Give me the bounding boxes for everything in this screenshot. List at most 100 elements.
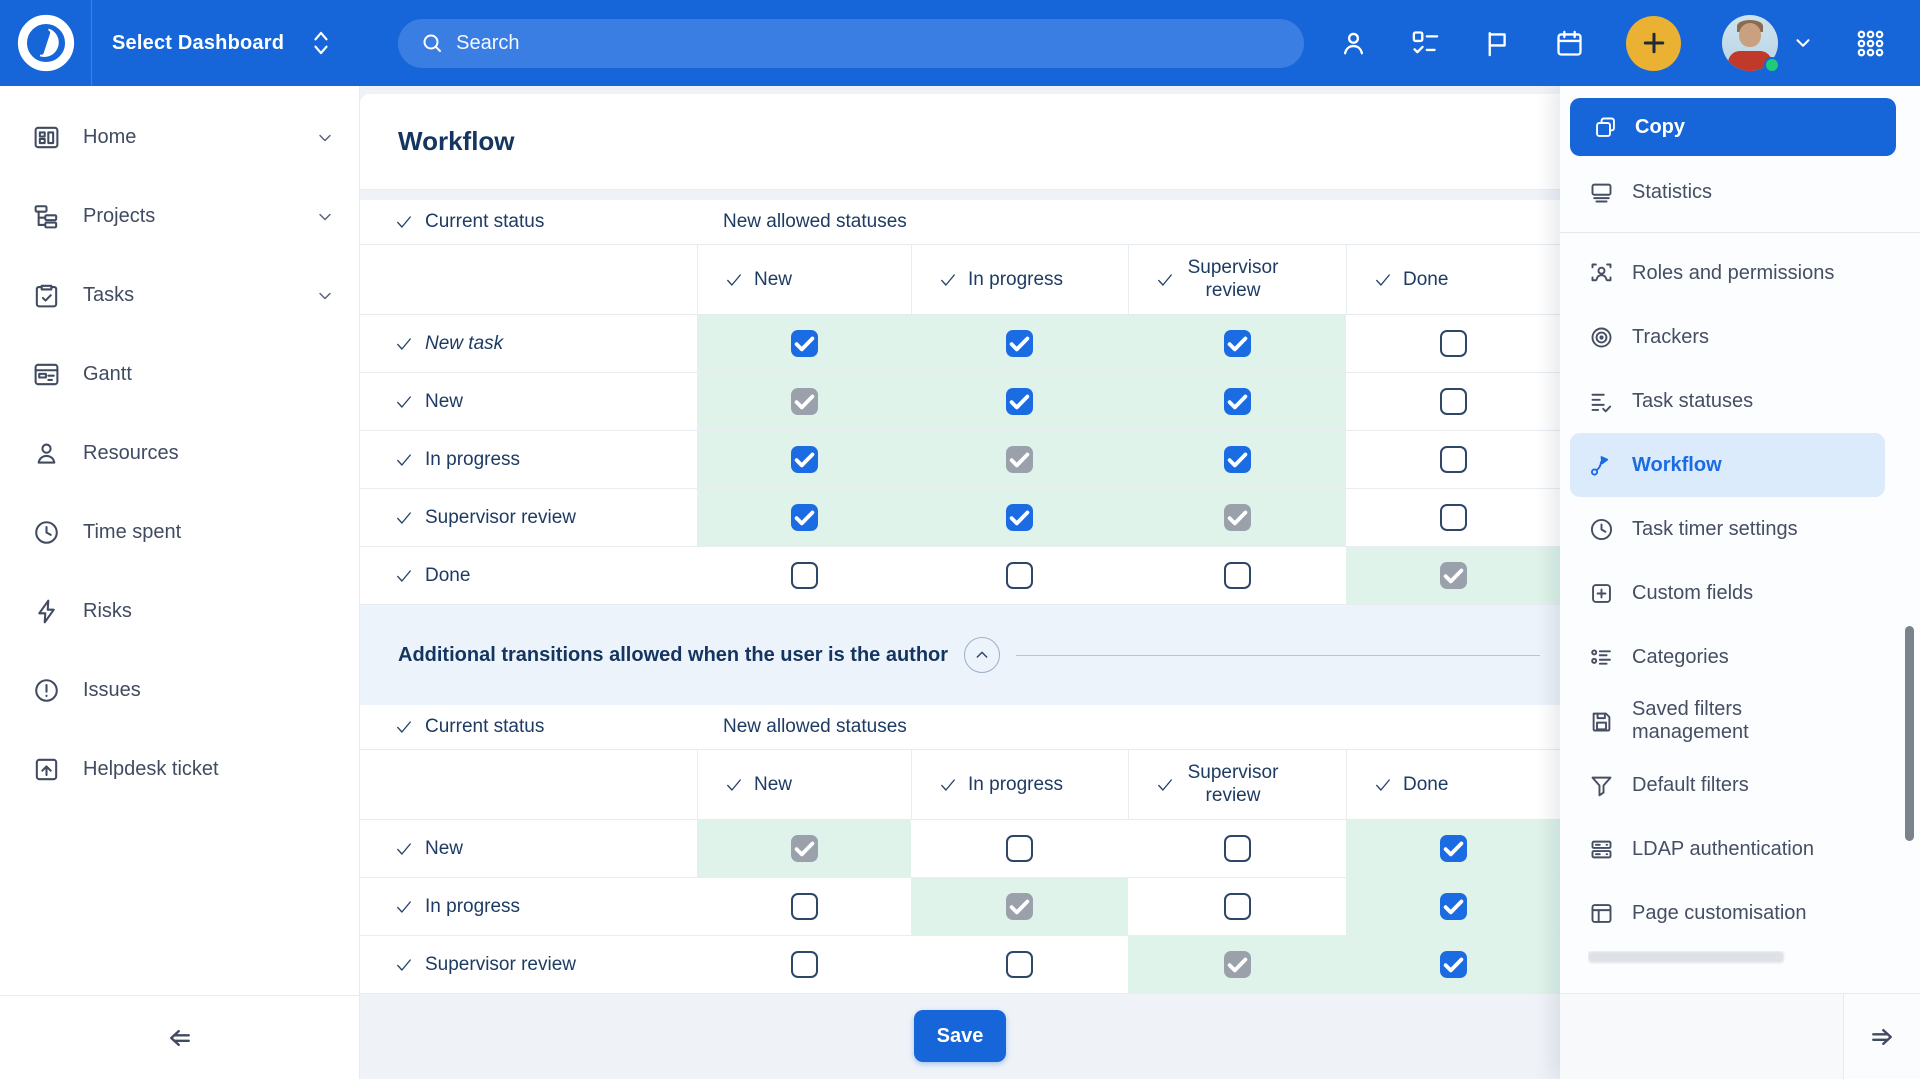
flag-icon[interactable] [1482,28,1513,59]
transition-cell [1346,820,1560,877]
copy-button[interactable]: Copy [1570,98,1896,156]
chevron-up-icon [974,647,990,663]
checkbox-new-to-in-progress[interactable] [1006,835,1033,862]
panel-item-trackers[interactable]: Trackers [1570,305,1885,369]
timer-icon [1588,516,1615,543]
checkbox-supervisor-review-to-supervisor-review[interactable] [1224,504,1251,531]
checkbox-in-progress-to-supervisor-review[interactable] [1224,446,1251,473]
panel-item-statistics[interactable]: Statistics [1570,160,1885,224]
checkbox-done-to-in-progress[interactable] [1006,562,1033,589]
checkbox-in-progress-to-in-progress[interactable] [1006,893,1033,920]
checkbox-in-progress-to-new[interactable] [791,446,818,473]
dashboard-selector[interactable]: Select Dashboard [112,28,332,58]
user-avatar[interactable] [1722,15,1778,71]
status-row-new: New [360,373,1560,431]
save-button[interactable]: Save [914,1010,1006,1062]
transition-cell [1128,820,1346,877]
panel-item-default-filters[interactable]: Default filters [1570,753,1885,817]
panel-item-label: Saved filters management [1632,698,1864,744]
collapse-panel-button[interactable] [1843,994,1920,1079]
easy-logo-icon [17,14,75,72]
checkbox-new-to-done[interactable] [1440,835,1467,862]
checkbox-new-task-to-in-progress[interactable] [1006,330,1033,357]
row-label: Supervisor review [360,936,697,993]
trackers-icon [1588,324,1615,351]
app-logo[interactable] [0,0,92,86]
transition-cell [697,936,911,993]
checkbox-new-to-new[interactable] [791,835,818,862]
checkbox-new-to-supervisor-review[interactable] [1224,835,1251,862]
panel-scrollbar[interactable] [1905,626,1914,841]
sidebar-item-projects[interactable]: Projects [0,177,359,256]
check-icon [1373,775,1393,795]
checkbox-supervisor-review-to-in-progress[interactable] [1006,951,1033,978]
sidebar-item-helpdesk-ticket[interactable]: Helpdesk ticket [0,730,359,809]
sidebar-item-resources[interactable]: Resources [0,414,359,493]
check-icon [724,270,744,290]
checkbox-done-to-supervisor-review[interactable] [1224,562,1251,589]
sidebar-item-label: Risks [83,600,335,623]
collapse-section-button[interactable] [964,637,1000,673]
checkbox-new-task-to-new[interactable] [791,330,818,357]
checkbox-in-progress-to-in-progress[interactable] [1006,446,1033,473]
panel-item-saved-filters-management[interactable]: Saved filters management [1570,689,1885,753]
checkbox-in-progress-to-new[interactable] [791,893,818,920]
checkbox-done-to-new[interactable] [791,562,818,589]
resources-icon [32,439,61,468]
user-icon[interactable] [1338,28,1369,59]
sidebar-item-issues[interactable]: Issues [0,651,359,730]
row-label: Done [360,547,697,604]
checkbox-new-task-to-supervisor-review[interactable] [1224,330,1251,357]
sidebar-item-tasks[interactable]: Tasks [0,256,359,335]
checkbox-done-to-done[interactable] [1440,562,1467,589]
checkbox-supervisor-review-to-done[interactable] [1440,504,1467,531]
panel-item-page-customisation[interactable]: Page customisation [1570,881,1885,945]
panel-item-label: Statistics [1632,181,1712,204]
panel-item-workflow[interactable]: Workflow [1570,433,1885,497]
checkbox-supervisor-review-to-supervisor-review[interactable] [1224,951,1251,978]
panel-item-ldap-authentication[interactable]: LDAP authentication [1570,817,1885,881]
sidebar-item-risks[interactable]: Risks [0,572,359,651]
checkbox-supervisor-review-to-done[interactable] [1440,951,1467,978]
panel-item-label: Workflow [1632,454,1722,477]
time-spent-icon [32,518,61,547]
checkbox-supervisor-review-to-in-progress[interactable] [1006,504,1033,531]
chevron-down-icon[interactable] [315,286,335,306]
quick-add-button[interactable] [1626,16,1681,71]
collapse-sidebar-icon[interactable] [165,1023,195,1053]
checkbox-supervisor-review-to-new[interactable] [791,504,818,531]
sidebar-item-time-spent[interactable]: Time spent [0,493,359,572]
checklist-icon[interactable] [1410,28,1441,59]
checkbox-new-to-done[interactable] [1440,388,1467,415]
panel-item-custom-fields[interactable]: Custom fields [1570,561,1885,625]
apps-grid-icon[interactable] [1855,28,1886,59]
transition-cell [1128,878,1346,935]
checkbox-in-progress-to-done[interactable] [1440,446,1467,473]
checkbox-new-to-supervisor-review[interactable] [1224,388,1251,415]
search-input[interactable] [456,32,1294,55]
column-header-supervisor-review: Supervisor review [1128,245,1346,314]
chevron-down-icon[interactable] [315,128,335,148]
chevron-down-icon[interactable] [1792,32,1814,54]
panel-item-task-timer-settings[interactable]: Task timer settings [1570,497,1885,561]
panel-item-task-statuses[interactable]: Task statuses [1570,369,1885,433]
sidebar-item-home[interactable]: Home [0,98,359,177]
checkbox-in-progress-to-done[interactable] [1440,893,1467,920]
sidebar-item-gantt[interactable]: Gantt [0,335,359,414]
calendar-icon[interactable] [1554,28,1585,59]
checkbox-supervisor-review-to-new[interactable] [791,951,818,978]
checkbox-new-to-in-progress[interactable] [1006,388,1033,415]
checkbox-in-progress-to-supervisor-review[interactable] [1224,893,1251,920]
check-icon [394,392,414,412]
transition-cell [1346,936,1560,993]
panel-item-categories[interactable]: Categories [1570,625,1885,689]
checkbox-new-to-new[interactable] [791,388,818,415]
global-search[interactable] [398,19,1304,68]
statistics-icon [1588,179,1615,206]
collapse-panel-icon [1867,1022,1897,1052]
check-icon [394,839,414,859]
chevron-down-icon[interactable] [315,207,335,227]
panel-item-roles-and-permissions[interactable]: Roles and permissions [1570,241,1885,305]
page-header: Workflow [360,94,1560,190]
checkbox-new-task-to-done[interactable] [1440,330,1467,357]
